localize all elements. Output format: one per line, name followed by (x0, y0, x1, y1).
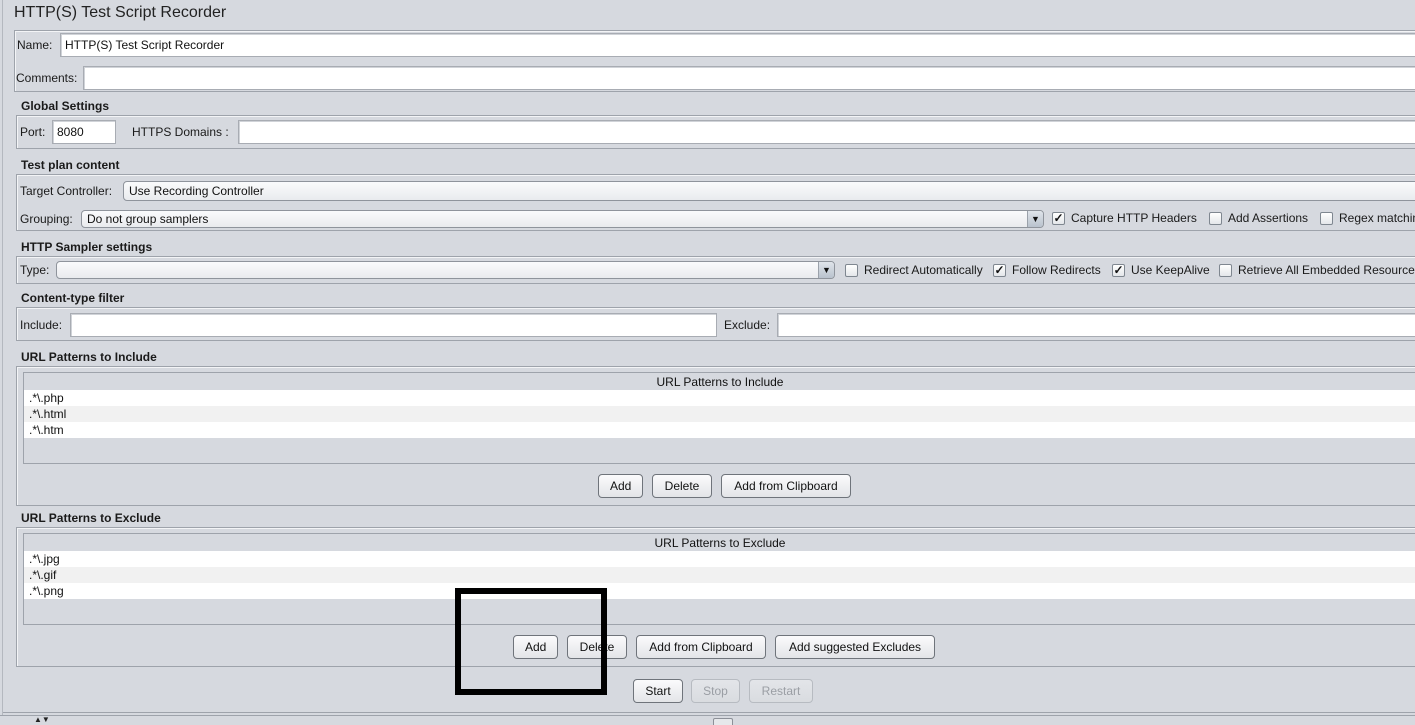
redirect-automatically-label: Redirect Automatically (864, 263, 983, 277)
global-settings-title: Global Settings (21, 99, 110, 113)
target-controller-value: Use Recording Controller (129, 184, 264, 198)
bottom-splitter[interactable]: ▲▼ (0, 715, 1415, 725)
retrieve-embedded-resources-checkbox[interactable]: Retrieve All Embedded Resources (1219, 263, 1415, 277)
exclude-add-from-clipboard-button[interactable]: Add from Clipboard (636, 635, 766, 659)
global-settings-panel: Port: 8080 HTTPS Domains : (16, 115, 1415, 149)
add-suggested-excludes-button[interactable]: Add suggested Excludes (775, 635, 935, 659)
url-exclude-column-header[interactable]: URL Patterns to Exclude (24, 535, 1415, 551)
restart-button[interactable]: Restart (749, 679, 813, 703)
https-domains-input[interactable] (238, 120, 1415, 144)
type-select[interactable]: ▼ (56, 261, 835, 279)
table-row[interactable]: .*\.php (24, 390, 1415, 406)
table-row[interactable]: .*\.png (24, 583, 1415, 599)
left-border (0, 0, 3, 716)
grouping-label: Grouping: (20, 212, 73, 226)
content-type-filter-panel: Include: Exclude: (16, 307, 1415, 341)
grouping-value: Do not group samplers (87, 212, 209, 226)
split-arrows-icon[interactable]: ▲▼ (34, 716, 50, 724)
url-exclude-table: URL Patterns to Exclude .*\.jpg .*\.gif … (23, 533, 1415, 625)
table-row[interactable]: .*\.gif (24, 567, 1415, 583)
url-include-table: URL Patterns to Include .*\.php .*\.html… (23, 372, 1415, 464)
test-plan-content-title: Test plan content (21, 158, 120, 172)
chevron-down-icon[interactable]: ▼ (1027, 211, 1043, 227)
name-input[interactable]: HTTP(S) Test Script Recorder (60, 33, 1415, 57)
url-exclude-panel: URL Patterns to Exclude .*\.jpg .*\.gif … (16, 527, 1415, 667)
grouping-select[interactable]: Do not group samplers ▼ (81, 210, 1044, 228)
checkbox-unchecked-icon[interactable] (1320, 211, 1333, 225)
start-button[interactable]: Start (633, 679, 683, 703)
comments-input[interactable] (83, 66, 1415, 90)
include-add-button[interactable]: Add (598, 474, 643, 498)
add-assertions-checkbox[interactable]: Add Assertions (1209, 211, 1308, 225)
include-delete-button[interactable]: Delete (652, 474, 712, 498)
url-exclude-title: URL Patterns to Exclude (21, 511, 161, 525)
target-controller-select[interactable]: Use Recording Controller (123, 181, 1415, 201)
table-row[interactable]: .*\.htm (24, 422, 1415, 438)
use-keepalive-checkbox[interactable]: ✓ Use KeepAlive (1112, 263, 1210, 277)
content-type-filter-title: Content-type filter (21, 291, 125, 305)
use-keepalive-label: Use KeepAlive (1131, 263, 1210, 277)
include-label: Include: (20, 318, 63, 332)
name-label: Name: (17, 38, 53, 52)
target-controller-label: Target Controller: (20, 184, 113, 198)
stop-button[interactable]: Stop (691, 679, 740, 703)
type-label: Type: (20, 263, 50, 277)
include-input[interactable] (70, 313, 717, 337)
page-title: HTTP(S) Test Script Recorder (14, 4, 227, 21)
regex-matching-checkbox[interactable]: Regex matching (1320, 211, 1415, 225)
port-input[interactable]: 8080 (52, 120, 116, 144)
capture-http-headers-checkbox[interactable]: ✓ Capture HTTP Headers (1052, 211, 1197, 225)
checkbox-checked-icon[interactable]: ✓ (993, 263, 1006, 277)
test-plan-content-panel: Target Controller: Use Recording Control… (16, 174, 1415, 231)
chevron-down-icon[interactable]: ▼ (818, 262, 834, 278)
http-sampler-settings-panel: Type: ▼ Redirect Automatically ✓ Follow … (16, 256, 1415, 284)
exclude-input[interactable] (777, 313, 1415, 337)
comments-label: Comments: (16, 71, 78, 85)
table-row[interactable]: .*\.html (24, 406, 1415, 422)
exclude-label: Exclude: (724, 318, 771, 332)
retrieve-embedded-resources-label: Retrieve All Embedded Resources (1238, 263, 1415, 277)
checkbox-checked-icon[interactable]: ✓ (1112, 263, 1125, 277)
annotation-highlight-box (455, 588, 607, 695)
regex-matching-label: Regex matching (1339, 211, 1415, 225)
follow-redirects-checkbox[interactable]: ✓ Follow Redirects (993, 263, 1101, 277)
follow-redirects-label: Follow Redirects (1012, 263, 1101, 277)
checkbox-unchecked-icon[interactable] (845, 263, 858, 277)
checkbox-unchecked-icon[interactable] (1209, 211, 1222, 225)
redirect-automatically-checkbox[interactable]: Redirect Automatically (845, 263, 983, 277)
url-include-title: URL Patterns to Include (21, 350, 157, 364)
https-domains-label: HTTPS Domains : (132, 125, 229, 139)
http-sampler-settings-title: HTTP Sampler settings (21, 240, 153, 254)
port-label: Port: (20, 125, 46, 139)
checkbox-unchecked-icon[interactable] (1219, 263, 1232, 277)
url-include-panel: URL Patterns to Include .*\.php .*\.html… (16, 366, 1415, 506)
table-row[interactable]: .*\.jpg (24, 551, 1415, 567)
capture-http-headers-label: Capture HTTP Headers (1071, 211, 1197, 225)
checkbox-checked-icon[interactable]: ✓ (1052, 211, 1065, 225)
add-assertions-label: Add Assertions (1228, 211, 1309, 225)
url-include-column-header[interactable]: URL Patterns to Include (24, 374, 1415, 390)
include-add-from-clipboard-button[interactable]: Add from Clipboard (721, 474, 851, 498)
name-comments-panel: Name: HTTP(S) Test Script Recorder Comme… (14, 30, 1415, 92)
